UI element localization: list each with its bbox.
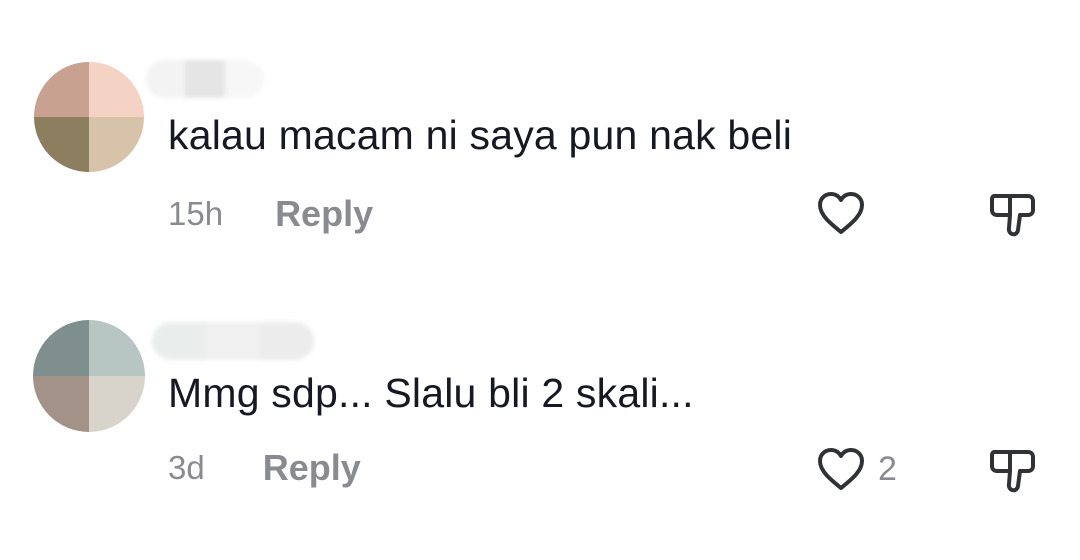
like-count: 2 [878, 449, 897, 488]
comment-meta: 3d Reply [168, 446, 361, 490]
avatar-pixel [89, 320, 145, 376]
thumbs-down-icon [990, 450, 1035, 493]
avatar-pixel [89, 62, 144, 117]
username-blurred[interactable] [146, 60, 264, 98]
username-blurred[interactable] [152, 322, 314, 360]
comment-item: Mmg sdp... Slalu bli 2 skali... 3d Reply… [0, 270, 1080, 560]
reply-button[interactable]: Reply [263, 447, 361, 489]
avatar-pixel [89, 117, 144, 172]
thumbs-down-icon [990, 194, 1035, 237]
like-button[interactable]: 2 [816, 446, 897, 492]
avatar-pixel [89, 376, 145, 432]
avatar[interactable] [34, 62, 144, 172]
comment-meta: 15h Reply [168, 192, 373, 236]
reply-button[interactable]: Reply [275, 193, 373, 235]
avatar[interactable] [33, 320, 145, 432]
heart-outline-icon [818, 192, 864, 234]
comment-item: kalau macam ni saya pun nak beli 15h Rep… [0, 0, 1080, 270]
avatar-pixel [33, 376, 89, 432]
avatar-pixel [34, 117, 89, 172]
timestamp: 15h [168, 195, 224, 232]
like-button[interactable] [816, 190, 878, 236]
avatar-pixel [33, 320, 89, 376]
heart-outline-icon [818, 448, 864, 490]
dislike-button[interactable] [988, 448, 1038, 499]
avatar-pixel [34, 62, 89, 117]
dislike-button[interactable] [988, 192, 1038, 243]
timestamp: 3d [168, 449, 205, 486]
comment-text: Mmg sdp... Slalu bli 2 skali... [168, 370, 694, 416]
comment-text: kalau macam ni saya pun nak beli [168, 112, 793, 158]
